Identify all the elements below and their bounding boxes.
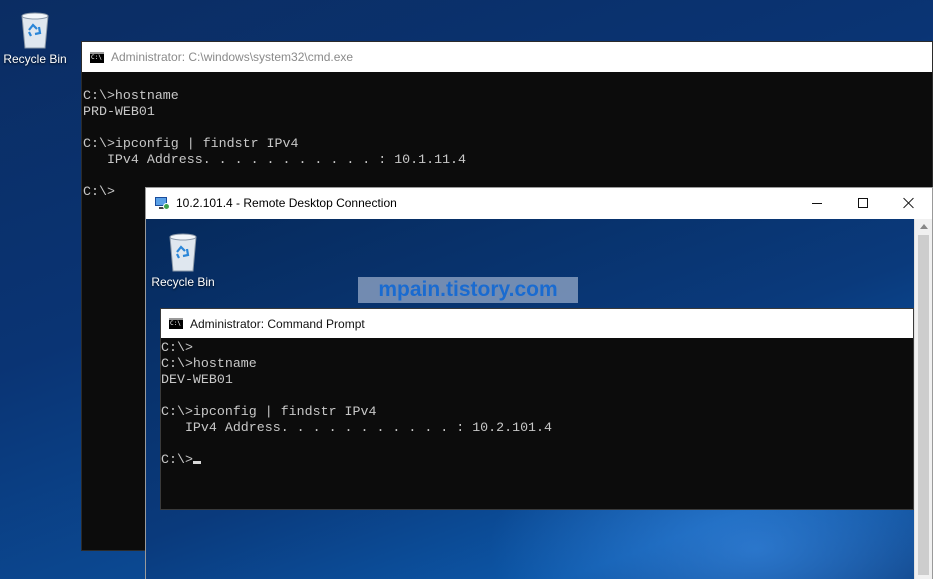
cmd-icon: C:\	[169, 318, 183, 329]
console-line: C:\>	[161, 340, 193, 355]
close-button[interactable]	[886, 188, 932, 218]
outer-cmd-titlebar[interactable]: C:\ Administrator: C:\windows\system32\c…	[82, 42, 932, 72]
recycle-bin-icon	[169, 233, 197, 272]
console-prompt-line: C:\>	[161, 452, 552, 468]
scroll-thumb[interactable]	[918, 235, 929, 575]
inner-cmd-console[interactable]: C:\> C:\>hostname DEV-WEB01 C:\>ipconfig |…	[161, 340, 552, 468]
vertical-scrollbar[interactable]	[914, 219, 932, 579]
inner-cmd-title: Administrator: Command Prompt	[190, 316, 365, 331]
remote-desktop-icon	[155, 196, 170, 211]
recycle-bin-icon	[21, 12, 49, 49]
outer-cmd-console[interactable]: C:\>hostname PRD-WEB01 C:\>ipconfig | fin…	[82, 88, 466, 200]
console-line: IPv4 Address. . . . . . . . . . . : 10.2…	[161, 420, 552, 435]
maximize-icon	[858, 198, 868, 208]
console-line: C:\>ipconfig | findstr IPv4	[161, 404, 377, 419]
rdp-window[interactable]: 10.2.101.4 - Remote Desktop Connection R…	[145, 187, 933, 579]
recycle-bin-label: Recycle Bin	[3, 52, 67, 66]
console-line: IPv4 Address. . . . . . . . . . . : 10.1…	[83, 152, 467, 167]
close-icon	[903, 197, 915, 209]
watermark: mpain.tistory.com	[358, 277, 578, 303]
window-controls	[794, 188, 932, 218]
inner-cmd-window[interactable]: C:\ Administrator: Command Prompt C:\> C:…	[160, 308, 914, 510]
maximize-button[interactable]	[840, 188, 886, 218]
scroll-up-arrow-icon[interactable]	[915, 219, 933, 233]
desktop: Recycle Bin C:\ Administrator: C:\window…	[0, 0, 933, 579]
recycle-bin-label: Recycle Bin	[151, 275, 215, 289]
minimize-button[interactable]	[794, 188, 840, 218]
console-line: PRD-WEB01	[83, 104, 155, 119]
minimize-icon	[812, 202, 822, 204]
inner-cmd-titlebar[interactable]: C:\ Administrator: Command Prompt	[161, 309, 913, 338]
console-line: C:\>hostname	[83, 88, 179, 103]
console-prompt: C:\>	[161, 452, 193, 467]
rdp-title: 10.2.101.4 - Remote Desktop Connection	[176, 196, 397, 210]
remote-desktop-client[interactable]: Recycle Bin mpain.tistory.com C:\ Admini…	[146, 219, 914, 579]
console-line: C:\>hostname	[161, 356, 257, 371]
desktop-recycle-bin[interactable]: Recycle Bin	[0, 6, 74, 66]
remote-recycle-bin[interactable]: Recycle Bin	[146, 227, 222, 289]
cmd-icon: C:\	[90, 51, 104, 63]
console-line: DEV-WEB01	[161, 372, 233, 387]
outer-cmd-title: Administrator: C:\windows\system32\cmd.e…	[111, 50, 354, 64]
console-line: C:\>ipconfig | findstr IPv4	[83, 136, 299, 151]
text-cursor	[192, 461, 201, 464]
rdp-titlebar[interactable]: 10.2.101.4 - Remote Desktop Connection	[146, 188, 932, 218]
